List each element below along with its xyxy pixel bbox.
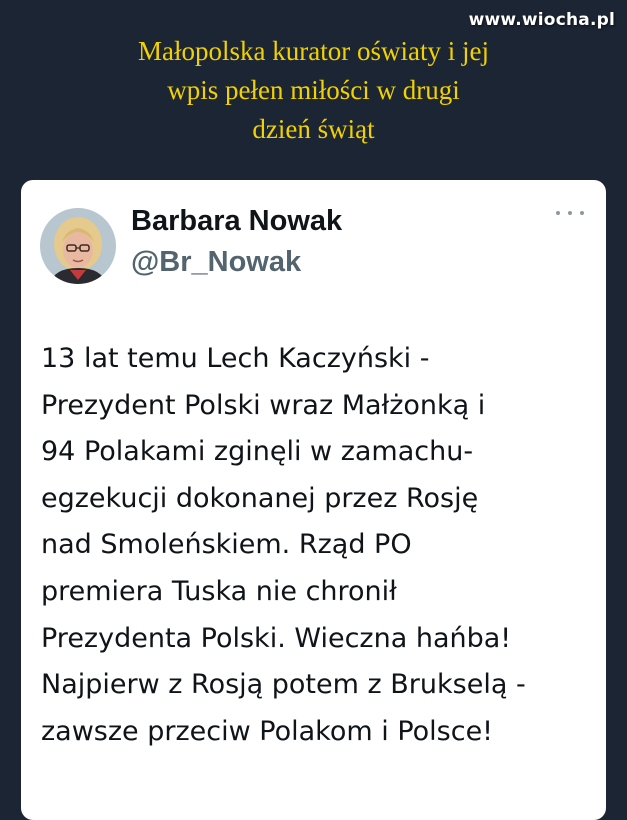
author-handle[interactable]: @Br_Nowak	[131, 246, 301, 279]
tweet-card: Barbara Nowak @Br_Nowak 13 lat temu Lech…	[21, 180, 606, 820]
author-name[interactable]: Barbara Nowak	[131, 205, 342, 238]
avatar[interactable]	[40, 208, 116, 284]
tweet-text: 13 lat temu Lech Kaczyński - Prezydent P…	[41, 336, 601, 755]
dot	[580, 211, 584, 215]
tweet-line: Prezydent Polski wraz Małżonką i	[41, 389, 486, 421]
tweet-line: Najpierw z Rosją potem z Brukselą -	[41, 669, 526, 701]
more-horizontal-icon[interactable]	[556, 206, 584, 220]
headline-line-3: dzień świąt	[252, 114, 375, 144]
tweet-line: zawsze przeciw Polakom i Polsce!	[41, 715, 493, 747]
dot	[568, 211, 572, 215]
tweet-line: 94 Polakami zginęli w zamachu-	[41, 436, 474, 468]
headline-line-1: Małopolska kurator oświaty i jej	[138, 36, 489, 66]
dot	[556, 211, 560, 215]
tweet-line: premiera Tuska nie chronił	[41, 575, 397, 607]
headline-line-2: wpis pełen miłości w drugi	[167, 75, 460, 105]
tweet-line: Prezydenta Polski. Wieczna hańba!	[41, 622, 512, 654]
avatar-image	[40, 208, 116, 284]
tweet-line: 13 lat temu Lech Kaczyński -	[41, 343, 430, 374]
tweet-line: egzekucji dokonanej przez Rosję	[41, 482, 479, 514]
tweet-line: nad Smoleńskiem. Rząd PO	[41, 529, 412, 561]
site-watermark: www.wiocha.pl	[468, 10, 615, 30]
meme-headline: Małopolska kurator oświaty i jej wpis pe…	[0, 32, 627, 149]
